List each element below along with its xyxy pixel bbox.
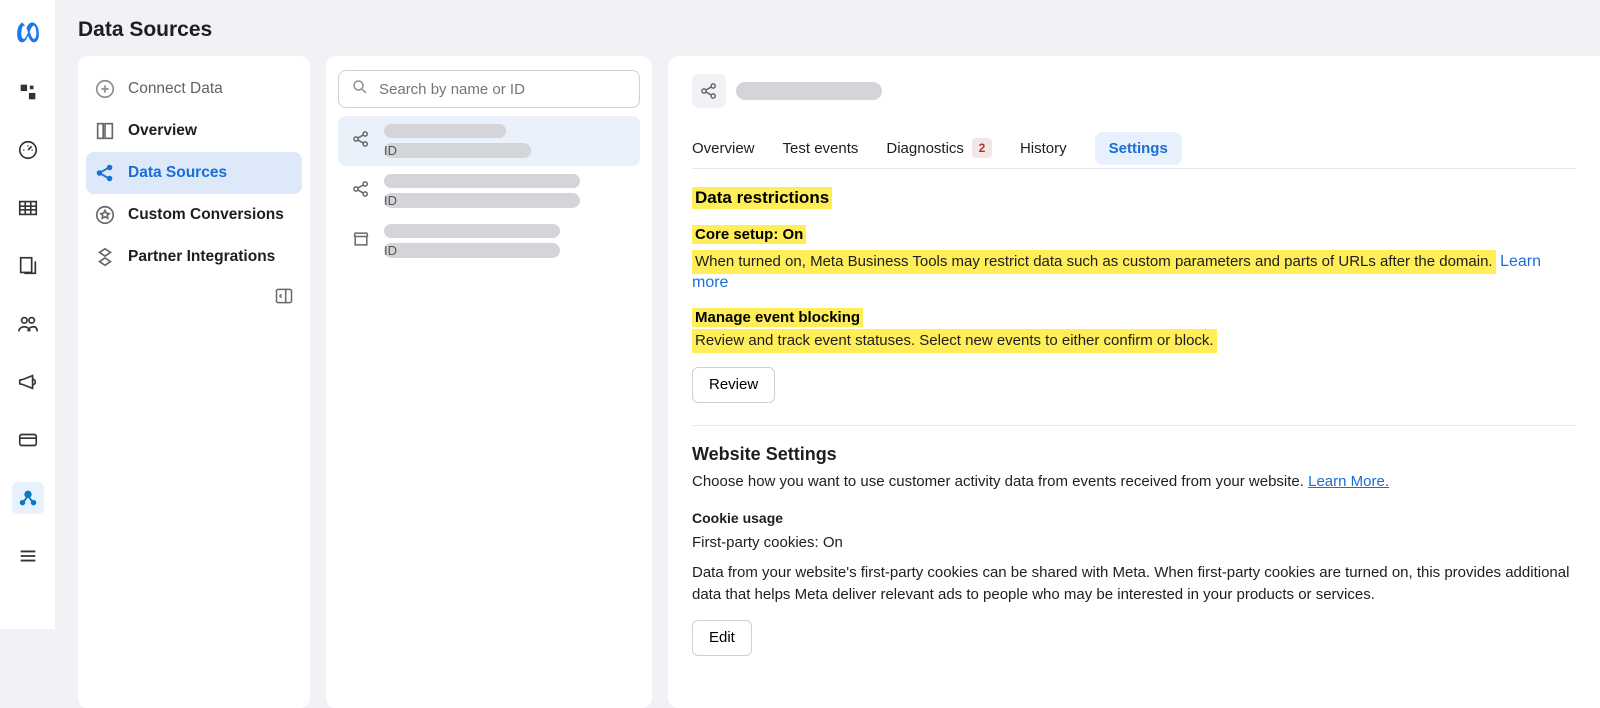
data-restrictions-heading: Data restrictions: [692, 187, 832, 209]
search-input[interactable]: [379, 81, 627, 98]
layout-icon: [94, 120, 116, 142]
diamond-stack-icon: [94, 246, 116, 268]
manage-event-blocking-desc: Review and track event statuses. Select …: [692, 329, 1217, 353]
first-party-cookie-status: First-party cookies: On: [692, 532, 1576, 554]
redacted-title: [736, 82, 882, 100]
page-title: Data Sources: [56, 0, 1600, 56]
website-settings-desc: Choose how you want to use customer acti…: [692, 473, 1308, 490]
store-icon: [348, 226, 374, 252]
website-settings-heading: Website Settings: [692, 444, 1576, 465]
sidebar-item-custom-conversions[interactable]: Custom Conversions: [86, 194, 302, 236]
meta-logo[interactable]: [12, 18, 44, 50]
pixel-share-icon: [348, 126, 374, 152]
connect-data-button[interactable]: Connect Data: [86, 68, 302, 110]
id-label: ID: [384, 143, 397, 158]
redacted-name: [384, 224, 560, 238]
redacted-id: [401, 194, 531, 208]
pixel-share-icon: [348, 176, 374, 202]
star-badge-icon: [94, 204, 116, 226]
detail-panel: Overview Test events Diagnostics 2 Histo…: [668, 56, 1600, 708]
sidebar-item-overview[interactable]: Overview: [86, 110, 302, 152]
rail-menu-icon[interactable]: [12, 540, 44, 572]
sidebar-item-label: Custom Conversions: [128, 206, 284, 224]
tab-diagnostics[interactable]: Diagnostics 2: [886, 128, 992, 168]
left-nav-rail: [0, 0, 56, 629]
learn-more-link[interactable]: Learn More.: [1308, 473, 1389, 490]
data-source-list-panel: ID ID: [326, 56, 652, 708]
sidebar-item-label: Partner Integrations: [128, 248, 275, 266]
data-source-item[interactable]: ID: [338, 216, 640, 266]
data-source-item[interactable]: ID: [338, 166, 640, 216]
sidebar-item-label: Overview: [128, 122, 197, 140]
connect-data-label: Connect Data: [128, 80, 223, 98]
rail-events-icon[interactable]: [12, 482, 44, 514]
data-source-item[interactable]: ID: [338, 116, 640, 166]
tab-settings[interactable]: Settings: [1095, 132, 1182, 165]
first-party-cookie-desc: Data from your website's first-party coo…: [692, 562, 1576, 606]
sidebar-item-data-sources[interactable]: Data Sources: [86, 152, 302, 194]
core-setup-status: Core setup: On: [692, 225, 806, 244]
core-setup-desc: When turned on, Meta Business Tools may …: [692, 250, 1496, 274]
search-icon: [351, 78, 369, 101]
side-nav-panel: Connect Data Overview Data Sources: [78, 56, 310, 708]
tab-label: Diagnostics: [886, 140, 964, 157]
redacted-name: [384, 124, 506, 138]
rail-audience-icon[interactable]: [12, 308, 44, 340]
tab-history[interactable]: History: [1020, 130, 1067, 167]
data-restrictions-section: Data restrictions Core setup: On When tu…: [692, 169, 1576, 426]
pixel-share-icon: [692, 74, 726, 108]
tab-test-events[interactable]: Test events: [783, 130, 859, 167]
plus-circle-icon: [94, 78, 116, 100]
tab-overview[interactable]: Overview: [692, 130, 755, 167]
edit-button[interactable]: Edit: [692, 620, 752, 656]
rail-table-icon[interactable]: [12, 192, 44, 224]
rail-billing-icon[interactable]: [12, 424, 44, 456]
manage-event-blocking-heading: Manage event blocking: [692, 308, 863, 327]
search-field[interactable]: [338, 70, 640, 108]
rail-reports-icon[interactable]: [12, 250, 44, 282]
sidebar-item-partner-integrations[interactable]: Partner Integrations: [86, 236, 302, 278]
id-label: ID: [384, 193, 397, 208]
rail-megaphone-icon[interactable]: [12, 366, 44, 398]
rail-pixel-icon[interactable]: [12, 76, 44, 108]
collapse-panel-button[interactable]: [86, 278, 302, 306]
cookie-usage-heading: Cookie usage: [692, 510, 1576, 526]
detail-tabs: Overview Test events Diagnostics 2 Histo…: [692, 122, 1576, 168]
redacted-name: [384, 174, 580, 188]
redacted-id: [401, 244, 533, 258]
website-settings-section: Website Settings Choose how you want to …: [692, 426, 1576, 678]
review-button[interactable]: Review: [692, 367, 775, 403]
sidebar-item-label: Data Sources: [128, 164, 227, 182]
diagnostics-count-badge: 2: [972, 138, 992, 158]
rail-gauge-icon[interactable]: [12, 134, 44, 166]
redacted-id: [401, 144, 531, 158]
share-nodes-icon: [94, 162, 116, 184]
id-label: ID: [384, 243, 397, 258]
